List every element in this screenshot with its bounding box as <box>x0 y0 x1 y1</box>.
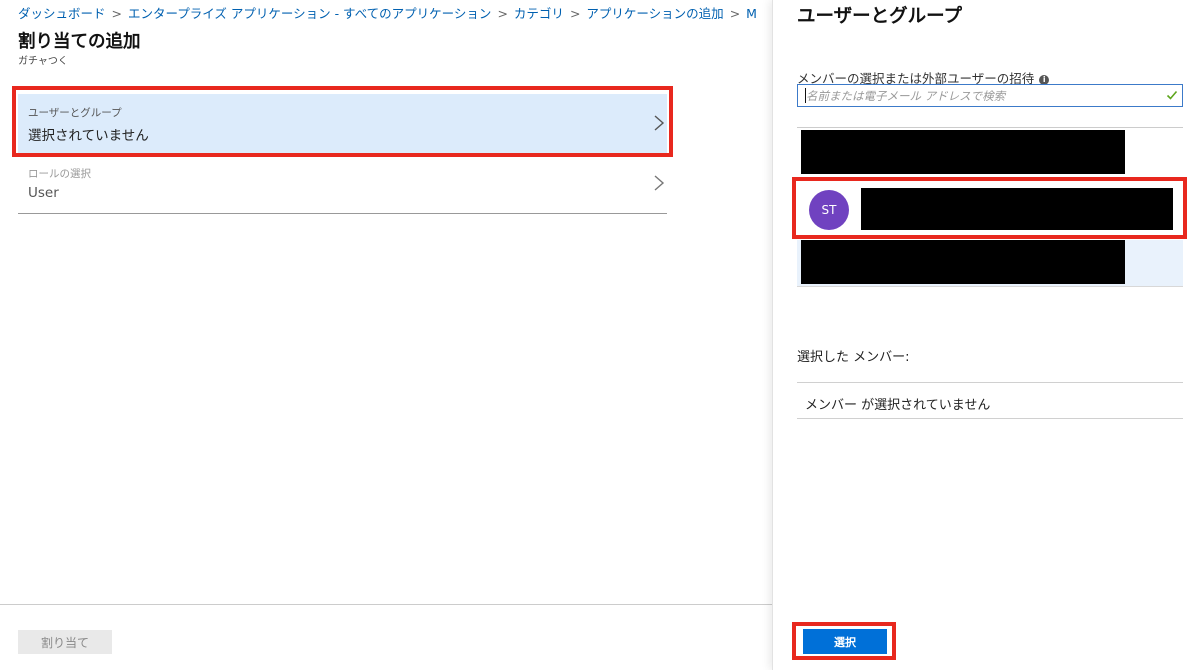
select-button[interactable]: 選択 <box>803 629 887 654</box>
search-results-list: ST <box>797 127 1183 287</box>
breadcrumb-truncated[interactable]: M <box>746 6 757 21</box>
breadcrumb-add-application[interactable]: アプリケーションの追加 <box>586 6 723 21</box>
breadcrumb-enterprise-apps[interactable]: エンタープライズ アプリケーション - すべてのアプリケーション <box>128 6 491 21</box>
list-item[interactable] <box>797 240 1183 287</box>
breadcrumb-separator: > <box>111 6 122 21</box>
redacted-block <box>801 240 1125 284</box>
list-item[interactable]: ST <box>797 184 1183 238</box>
breadcrumb-separator: > <box>729 6 741 21</box>
page-subtitle: ガチャつく <box>18 56 68 67</box>
users-groups-value: 選択されていません <box>28 128 149 144</box>
users-groups-label: ユーザーとグループ <box>28 107 122 119</box>
breadcrumb-separator: > <box>497 6 508 21</box>
role-label: ロールの選択 <box>28 168 91 180</box>
users-groups-panel: ユーザーとグループ メンバーの選択または外部ユーザーの招待i ST 選択した メ… <box>772 0 1200 670</box>
selected-members-label: 選択した メンバー: <box>797 350 910 365</box>
redacted-block <box>861 188 1173 230</box>
info-icon[interactable]: i <box>1039 74 1050 85</box>
chevron-right-icon <box>654 115 665 131</box>
selected-members-list: メンバー が選択されていません <box>797 382 1183 419</box>
avatar: ST <box>809 190 849 230</box>
breadcrumb-category[interactable]: カテゴリ <box>514 6 564 21</box>
app-root: ダッシュボード > エンタープライズ アプリケーション - すべてのアプリケーション… <box>0 0 1200 670</box>
redacted-block <box>801 130 1125 174</box>
footer-divider <box>0 604 772 605</box>
role-select-field[interactable]: ロールの選択 User <box>18 158 667 214</box>
users-groups-field[interactable]: ユーザーとグループ 選択されていません <box>18 94 667 154</box>
search-box <box>797 84 1183 107</box>
page-title: 割り当ての追加 <box>18 32 141 52</box>
breadcrumb: ダッシュボード > エンタープライズ アプリケーション - すべてのアプリケーション… <box>0 0 772 22</box>
chevron-right-icon <box>654 175 665 191</box>
breadcrumb-separator: > <box>569 6 581 21</box>
assign-button[interactable]: 割り当て <box>18 630 112 654</box>
search-input[interactable] <box>806 87 1146 104</box>
check-icon <box>1166 90 1178 100</box>
selected-members-empty: メンバー が選択されていません <box>805 398 991 413</box>
role-value: User <box>28 185 59 201</box>
breadcrumb-dashboard[interactable]: ダッシュボード <box>18 6 106 21</box>
list-item[interactable] <box>797 128 1183 176</box>
panel-title: ユーザーとグループ <box>797 6 963 27</box>
